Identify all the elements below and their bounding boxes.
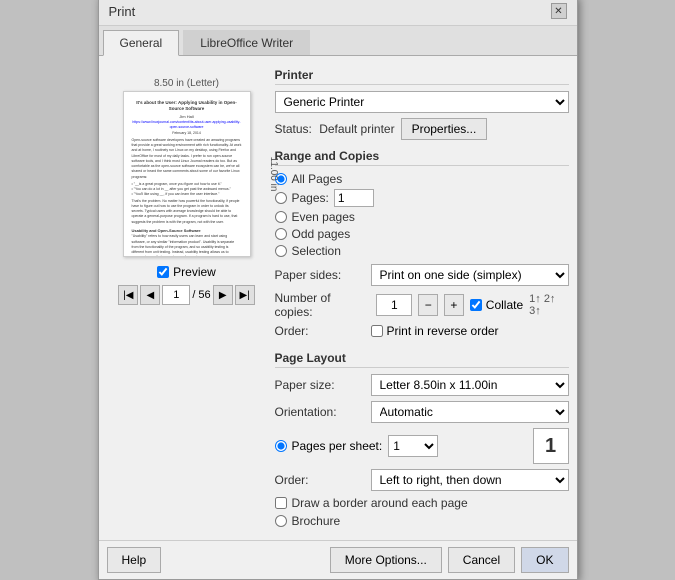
brochure-radio[interactable] <box>275 515 287 527</box>
collate-label: Collate <box>486 298 523 312</box>
orientation-label: Orientation: <box>275 405 365 419</box>
dimension-top: 8.50 in (Letter) <box>123 78 251 89</box>
collate-checkbox[interactable] <box>470 299 482 311</box>
titlebar: Print ✕ <box>99 0 577 26</box>
page-total: / 56 <box>192 289 210 301</box>
range-section-header: Range and Copies <box>275 145 569 166</box>
brochure-label: Brochure <box>292 514 341 528</box>
preview-page: It's about the User: Applying Usability … <box>123 91 251 257</box>
printer-status-row: Status: Default printer Properties... <box>275 118 569 140</box>
paper-sides-row: Paper sides: Print on one side (simplex) <box>275 264 569 286</box>
brochure-row: Brochure <box>275 514 569 528</box>
all-pages-row: All Pages <box>275 172 569 186</box>
properties-button[interactable]: Properties... <box>401 118 488 140</box>
ok-button[interactable]: OK <box>521 547 568 573</box>
layout-section-header: Page Layout <box>275 347 569 368</box>
order-label: Order: <box>275 324 365 338</box>
dimension-side: 11.00 in <box>268 157 279 192</box>
pages-radio[interactable] <box>275 192 287 204</box>
preview-check-row: Preview <box>157 265 216 279</box>
printer-select[interactable]: Generic Printer <box>275 91 569 113</box>
sheet-preview: 1 <box>533 428 569 464</box>
range-radio-group: All Pages Pages: Even pages Odd pages <box>275 172 569 258</box>
copies-input[interactable] <box>376 294 412 316</box>
more-options-button[interactable]: More Options... <box>330 547 442 573</box>
paper-sides-select[interactable]: Print on one side (simplex) <box>371 264 569 286</box>
border-row: Draw a border around each page <box>275 496 569 510</box>
paper-size-select[interactable]: Letter 8.50in x 11.00in <box>371 374 569 396</box>
orientation-select[interactable]: Automatic <box>371 401 569 423</box>
all-pages-label: All Pages <box>292 172 343 186</box>
pages-sheet-radio: Pages per sheet: <box>275 439 383 453</box>
pages-sheet-radio-input[interactable] <box>275 440 287 452</box>
copies-plus-button[interactable]: + <box>444 294 464 316</box>
page-number-input[interactable] <box>162 285 190 305</box>
selection-radio[interactable] <box>275 245 287 257</box>
copies-label: Number of copies: <box>275 291 371 319</box>
selection-label: Selection <box>292 244 341 258</box>
preview-panel: 8.50 in (Letter) It's about the User: Ap… <box>107 64 267 532</box>
close-button[interactable]: ✕ <box>551 3 567 19</box>
pages-sheet-row: Pages per sheet: 1 1 <box>275 428 569 464</box>
order-row: Order: Print in reverse order <box>275 324 569 338</box>
last-page-button[interactable]: ▶| <box>235 285 255 305</box>
order-check: Print in reverse order <box>371 324 499 338</box>
border-label: Draw a border around each page <box>292 496 468 510</box>
tab-writer[interactable]: LibreOffice Writer <box>183 30 310 55</box>
paper-size-label: Paper size: <box>275 378 365 392</box>
dialog-title: Print <box>109 4 136 19</box>
odd-pages-label: Odd pages <box>292 227 351 241</box>
reverse-order-label: Print in reverse order <box>387 324 499 338</box>
next-page-button[interactable]: ▶ <box>213 285 233 305</box>
pages-sheet-select[interactable]: 1 <box>388 435 438 457</box>
even-pages-row: Even pages <box>275 210 569 224</box>
odd-pages-row: Odd pages <box>275 227 569 241</box>
collate-check: Collate 1↑ 2↑ 3↑ <box>470 293 569 317</box>
first-page-button[interactable]: |◀ <box>118 285 138 305</box>
layout-order-select[interactable]: Left to right, then down <box>371 469 569 491</box>
printer-section-header: Printer <box>275 64 569 85</box>
prev-page-button[interactable]: ◀ <box>140 285 160 305</box>
border-checkbox[interactable] <box>275 497 287 509</box>
copies-minus-button[interactable]: − <box>418 294 438 316</box>
copies-row: Number of copies: − + Collate 1↑ 2↑ 3↑ <box>275 291 569 319</box>
even-pages-label: Even pages <box>292 210 355 224</box>
cancel-button[interactable]: Cancel <box>448 547 515 573</box>
right-panel: Printer Generic Printer Status: Default … <box>275 64 569 532</box>
help-button[interactable]: Help <box>107 547 162 573</box>
pages-label: Pages: <box>292 191 329 205</box>
preview-checkbox[interactable] <box>157 266 169 278</box>
reverse-order-checkbox[interactable] <box>371 325 383 337</box>
paper-sides-label: Paper sides: <box>275 268 365 282</box>
even-pages-radio[interactable] <box>275 211 287 223</box>
footer-right: More Options... Cancel OK <box>330 547 569 573</box>
preview-nav: |◀ ◀ / 56 ▶ ▶| <box>118 285 254 305</box>
orientation-row: Orientation: Automatic <box>275 401 569 423</box>
collate-icon: 1↑ 2↑ 3↑ <box>529 293 568 317</box>
pages-input[interactable] <box>334 189 374 207</box>
pages-row: Pages: <box>275 189 569 207</box>
paper-size-row: Paper size: Letter 8.50in x 11.00in <box>275 374 569 396</box>
dialog-body: 8.50 in (Letter) It's about the User: Ap… <box>99 56 577 540</box>
footer-left: Help <box>107 547 162 573</box>
layout-order-row: Order: Left to right, then down <box>275 469 569 491</box>
printer-select-row: Generic Printer <box>275 91 569 113</box>
dialog-footer: Help More Options... Cancel OK <box>99 540 577 579</box>
preview-label: Preview <box>173 265 216 279</box>
tab-bar: General LibreOffice Writer <box>99 26 577 56</box>
print-dialog: Print ✕ General LibreOffice Writer 8.50 … <box>98 0 578 580</box>
page-preview-wrapper: 8.50 in (Letter) It's about the User: Ap… <box>123 78 251 257</box>
tab-general[interactable]: General <box>103 30 180 56</box>
odd-pages-radio[interactable] <box>275 228 287 240</box>
selection-row: Selection <box>275 244 569 258</box>
preview-content: It's about the User: Applying Usability … <box>132 100 242 257</box>
layout-order-label: Order: <box>275 473 365 487</box>
status-label: Status: Default printer <box>275 122 395 136</box>
pages-sheet-label: Pages per sheet: <box>292 439 383 453</box>
page-layout-section: Page Layout Paper size: Letter 8.50in x … <box>275 347 569 532</box>
